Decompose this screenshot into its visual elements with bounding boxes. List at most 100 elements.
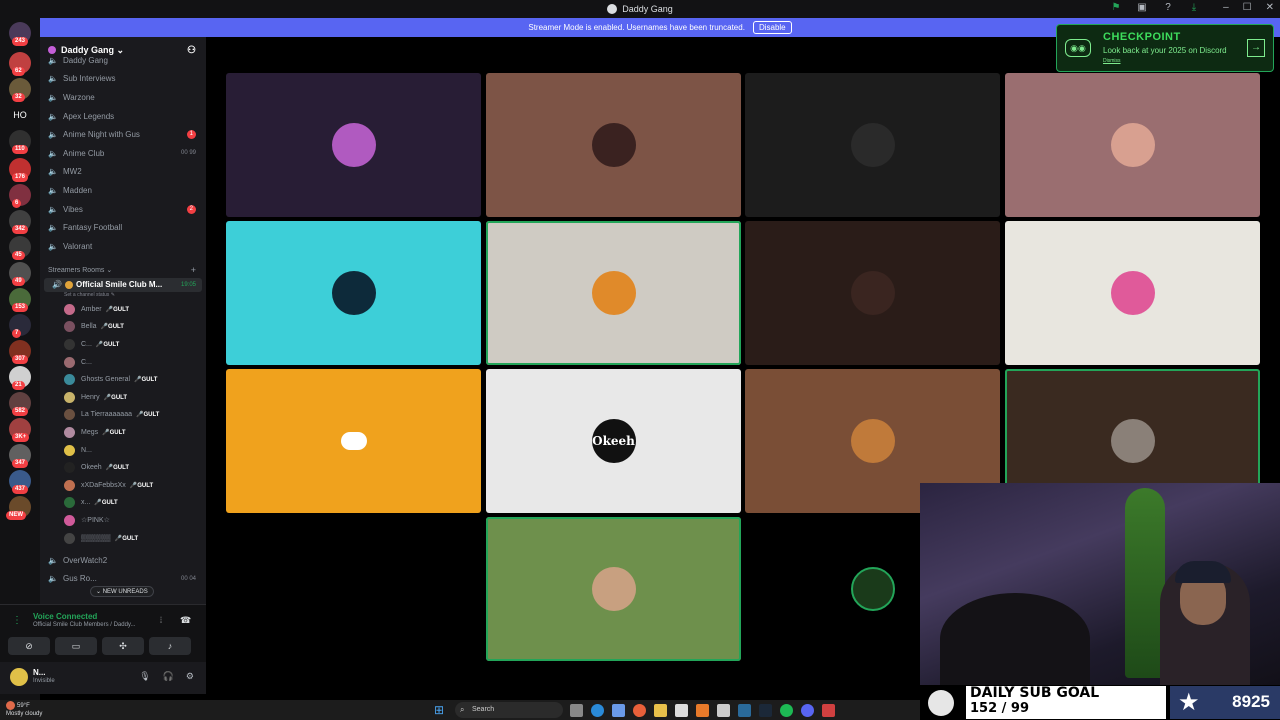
- voice-channel-item[interactable]: 🔈 Daddy Gang: [40, 51, 206, 70]
- participant-avatar: [850, 123, 895, 167]
- voice-channel-item[interactable]: 🔈 Sub Interviews: [40, 70, 206, 89]
- activities-button[interactable]: ✣: [102, 637, 144, 655]
- channel-name: Daddy Gang: [63, 55, 108, 65]
- copilot-icon[interactable]: [612, 704, 625, 717]
- voice-location[interactable]: Official Smile Club Members / Daddy...: [33, 622, 135, 628]
- voice-channel-item[interactable]: 🔈 Anime Night with Gus 1: [40, 125, 206, 144]
- voice-channel-item[interactable]: 🔈 Valorant: [40, 237, 206, 256]
- voice-member[interactable]: La Tierraaaaaaa 🎤GULT: [40, 406, 206, 424]
- file-explorer-icon[interactable]: [654, 704, 667, 717]
- screen-share-button[interactable]: ▭: [55, 637, 97, 655]
- dismiss-link[interactable]: Dismiss: [1103, 58, 1121, 64]
- headphones-icon[interactable]: 🎧: [163, 671, 174, 682]
- add-channel-icon[interactable]: +: [191, 265, 196, 275]
- server-badge: NEW: [6, 511, 26, 520]
- app-a-icon[interactable]: [696, 704, 709, 717]
- video-tile[interactable]: Okeeh: [486, 369, 741, 513]
- store-icon[interactable]: [675, 704, 688, 717]
- voice-member[interactable]: Amber 🎤GULT: [40, 301, 206, 319]
- mic-icon[interactable]: 🎙: [139, 671, 150, 682]
- webcam-overlay: [920, 483, 1280, 685]
- user-avatar[interactable]: [10, 668, 28, 686]
- video-tile[interactable]: [745, 73, 1000, 217]
- new-unreads-pill[interactable]: ⌄ NEW UNREADS: [90, 586, 154, 597]
- inbox-icon[interactable]: ▣: [1136, 2, 1148, 14]
- voice-channel-item[interactable]: 🔈 Vibes 2: [40, 200, 206, 219]
- disconnect-icon[interactable]: ☎: [180, 615, 191, 626]
- category-streamers-rooms[interactable]: Streamers Rooms ⌄ +: [40, 262, 206, 278]
- voice-channel-item[interactable]: 🔈 MW2: [40, 163, 206, 182]
- video-tile[interactable]: [1005, 73, 1260, 217]
- noise-suppression-icon[interactable]: ⦙: [160, 615, 162, 626]
- download-icon[interactable]: ⤓: [1188, 2, 1200, 14]
- server-badge: 62: [12, 67, 25, 76]
- video-tile[interactable]: [226, 73, 481, 217]
- voice-member[interactable]: Bella 🎤GULT: [40, 318, 206, 336]
- voice-member[interactable]: ☆PINK☆: [40, 512, 206, 530]
- video-tile[interactable]: [226, 369, 481, 513]
- taskbar-search[interactable]: ⌕ Search: [455, 702, 563, 718]
- voice-channel-item[interactable]: 🔈 Warzone: [40, 88, 206, 107]
- speaker-icon: 🔈: [48, 555, 58, 565]
- task-view-icon[interactable]: [570, 704, 583, 717]
- voice-member[interactable]: Ghosts General 🎤GULT: [40, 371, 206, 389]
- checkpoint-popup[interactable]: ◉◉ CHECKPOINT Look back at your 2025 on …: [1056, 24, 1274, 72]
- member-avatar: [64, 321, 75, 333]
- voice-channel-item[interactable]: 🔈 Anime Club 00 99: [40, 144, 206, 163]
- channel-status[interactable]: Set a channel status ✎: [40, 292, 206, 301]
- weather-widget[interactable]: 59°F Mostly cloudy: [6, 701, 42, 718]
- voice-member[interactable]: x... 🎤GULT: [40, 494, 206, 512]
- app-c-icon[interactable]: [738, 704, 751, 717]
- video-tile[interactable]: [486, 221, 741, 365]
- server-badge: 347: [12, 459, 29, 468]
- channel-name: OverWatch2: [63, 555, 108, 565]
- participant-avatar: [331, 123, 376, 167]
- member-name: Okeeh: [81, 464, 102, 472]
- voice-channel-item[interactable]: 🔈 Fantasy Football: [40, 218, 206, 237]
- active-voice-channel[interactable]: 🔊 Official Smile Club M... 19:05: [44, 277, 202, 292]
- voice-member[interactable]: xXDaFebbsXx 🎤GULT: [40, 476, 206, 494]
- windows-start-icon[interactable]: ⊞: [434, 703, 444, 717]
- minimize-button[interactable]: –: [1223, 2, 1229, 13]
- voice-member[interactable]: Henry 🎤GULT: [40, 389, 206, 407]
- title-bar: Daddy Gang ⚑ ▣ ? ⤓ – ☐ ✕: [0, 0, 1280, 18]
- voice-connected-label: Voice Connected: [33, 612, 98, 621]
- voice-channel-item[interactable]: 🔈 Madden: [40, 181, 206, 200]
- video-tile[interactable]: [486, 517, 741, 661]
- video-tile[interactable]: [226, 221, 481, 365]
- voice-channel-item[interactable]: 🔈 Apex Legends: [40, 107, 206, 126]
- voice-member[interactable]: ▒▒▒▒▒▒ 🎤GULT: [40, 529, 206, 547]
- app-d-icon[interactable]: [822, 704, 835, 717]
- close-button[interactable]: ✕: [1266, 2, 1274, 13]
- server-icon[interactable]: HO: [9, 104, 31, 126]
- discord-taskbar-icon[interactable]: [801, 704, 814, 717]
- signal-icon[interactable]: ⋮: [12, 615, 22, 626]
- voice-member[interactable]: N...: [40, 441, 206, 459]
- video-tile[interactable]: [486, 73, 741, 217]
- flag-icon[interactable]: ⚑: [1110, 2, 1122, 14]
- edge-icon[interactable]: [591, 704, 604, 717]
- app-b-icon[interactable]: [717, 704, 730, 717]
- soundboard-button[interactable]: ♪: [149, 637, 191, 655]
- voice-member[interactable]: Megs 🎤GULT: [40, 424, 206, 442]
- video-tile[interactable]: [745, 221, 1000, 365]
- help-icon[interactable]: ?: [1162, 2, 1174, 14]
- settings-gear-icon[interactable]: ⚙: [186, 671, 194, 682]
- chair-shape: [940, 593, 1090, 685]
- voice-member[interactable]: Okeeh 🎤GULT: [40, 459, 206, 477]
- member-avatar: [64, 514, 75, 526]
- member-name: C...: [81, 341, 92, 349]
- voice-channel-item[interactable]: 🔈 OverWatch2: [40, 551, 206, 570]
- video-tile[interactable]: [1005, 221, 1260, 365]
- steam-icon[interactable]: [759, 704, 772, 717]
- spotify-icon[interactable]: [780, 704, 793, 717]
- server-badge: 176: [12, 173, 29, 182]
- camera-off-button[interactable]: ⊘: [8, 637, 50, 655]
- participant-avatar: [591, 567, 636, 611]
- arrow-right-icon[interactable]: →: [1247, 39, 1265, 57]
- maximize-button[interactable]: ☐: [1243, 2, 1252, 13]
- disable-streamer-mode-button[interactable]: Disable: [752, 21, 792, 34]
- voice-member[interactable]: C... 🎤GULT: [40, 336, 206, 354]
- firefox-icon[interactable]: [633, 704, 646, 717]
- voice-member[interactable]: C...: [40, 353, 206, 371]
